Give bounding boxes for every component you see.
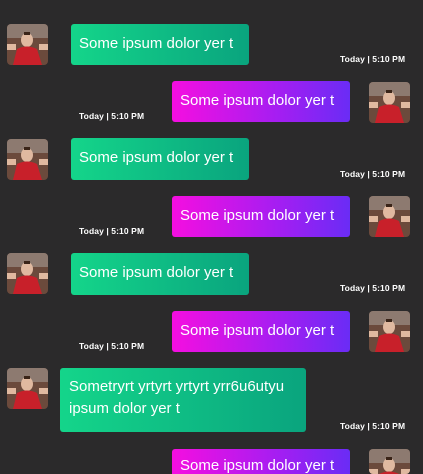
message-bubble[interactable]: Some ipsum dolor yer t bbox=[172, 311, 350, 352]
avatar-icon[interactable] bbox=[7, 368, 48, 409]
avatar-icon[interactable] bbox=[7, 24, 48, 65]
message-timestamp: Today | 5:10 PM bbox=[79, 226, 145, 236]
message-timestamp: Today | 5:10 PM bbox=[340, 283, 406, 293]
avatar-icon[interactable] bbox=[369, 311, 410, 352]
avatar-icon[interactable] bbox=[7, 139, 48, 180]
message-timestamp: Today | 5:10 PM bbox=[340, 421, 406, 431]
message-bubble[interactable]: Some ipsum dolor yer t bbox=[172, 449, 350, 474]
message-bubble[interactable]: Some ipsum dolor yer t bbox=[172, 81, 350, 122]
avatar-icon[interactable] bbox=[369, 196, 410, 237]
chat-thread: Some ipsum dolor yer t Today | 5:10 PM S… bbox=[0, 0, 423, 474]
avatar-icon[interactable] bbox=[369, 449, 410, 474]
message-timestamp: Today | 5:10 PM bbox=[79, 341, 145, 351]
message-bubble[interactable]: Sometryrt yrtyrt yrtyrt yrr6u6utyu ipsum… bbox=[60, 368, 306, 432]
avatar-icon[interactable] bbox=[7, 253, 48, 294]
message-bubble[interactable]: Some ipsum dolor yer t bbox=[71, 253, 249, 295]
message-bubble[interactable]: Some ipsum dolor yer t bbox=[172, 196, 350, 237]
message-timestamp: Today | 5:10 PM bbox=[340, 169, 406, 179]
message-timestamp: Today | 5:10 PM bbox=[79, 111, 145, 121]
message-bubble[interactable]: Some ipsum dolor yer t bbox=[71, 138, 249, 180]
avatar-icon[interactable] bbox=[369, 82, 410, 123]
message-bubble[interactable]: Some ipsum dolor yer t bbox=[71, 24, 249, 65]
message-timestamp: Today | 5:10 PM bbox=[340, 54, 406, 64]
message-row-incoming: Some ipsum dolor yer t Today | 5:10 PM bbox=[0, 0, 423, 65]
